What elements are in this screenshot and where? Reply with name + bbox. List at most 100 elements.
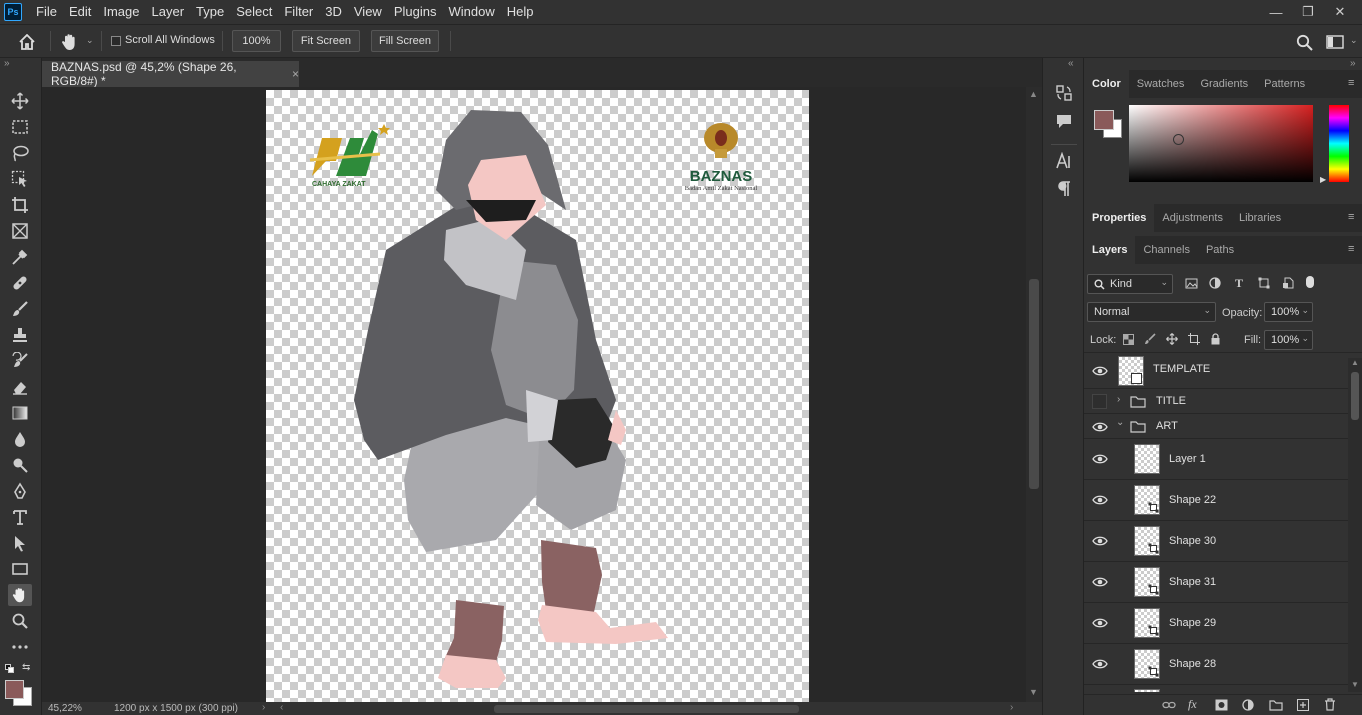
menu-type[interactable]: Type [190, 0, 230, 24]
scroll-down-icon[interactable]: ▼ [1029, 687, 1038, 697]
pen-tool-icon[interactable] [8, 480, 32, 502]
menu-edit[interactable]: Edit [63, 0, 97, 24]
eyedropper-tool-icon[interactable] [8, 246, 32, 268]
layer-row-shape-31[interactable]: Shape 31 [1084, 562, 1348, 603]
opacity-chevron-icon[interactable]: ⌄ [1301, 305, 1309, 316]
close-tab-icon[interactable]: × [292, 67, 299, 81]
color-panel-menu-icon[interactable]: ≡ [1348, 78, 1358, 89]
visibility-eye-icon[interactable] [1092, 656, 1108, 672]
menu-image[interactable]: Image [97, 0, 145, 24]
menu-plugins[interactable]: Plugins [388, 0, 443, 24]
close-window-button[interactable]: ✕ [1324, 0, 1356, 24]
fit-screen-button[interactable]: Fit Screen [292, 30, 360, 52]
type-filter-icon[interactable]: T [1235, 276, 1243, 291]
color-picker-cursor[interactable] [1173, 134, 1184, 145]
new-layer-icon[interactable] [1297, 699, 1309, 711]
path-selection-tool-icon[interactable] [8, 532, 32, 554]
healing-brush-tool-icon[interactable] [8, 272, 32, 294]
tab-gradients[interactable]: Gradients [1192, 70, 1256, 98]
scroll-all-windows-checkbox[interactable] [111, 36, 121, 46]
dodge-tool-icon[interactable] [8, 454, 32, 476]
visibility-eye-icon[interactable] [1092, 363, 1108, 379]
home-icon[interactable] [18, 34, 36, 50]
layer-row-shape-28[interactable]: Shape 28 [1084, 644, 1348, 685]
shape-filter-icon[interactable] [1258, 277, 1270, 289]
visibility-toggle-off[interactable] [1092, 394, 1107, 409]
blur-tool-icon[interactable] [8, 428, 32, 450]
layer-style-fx-icon[interactable]: fx [1188, 697, 1197, 712]
filter-toggle-icon[interactable] [1306, 276, 1314, 288]
menu-window[interactable]: Window [442, 0, 500, 24]
adjustment-filter-icon[interactable] [1209, 277, 1221, 289]
fill-screen-button[interactable]: Fill Screen [371, 30, 439, 52]
opacity-input[interactable]: 100% ⌄ [1264, 302, 1313, 322]
menu-layer[interactable]: Layer [146, 0, 191, 24]
visibility-eye-icon[interactable] [1092, 492, 1108, 508]
layers-scroll-down-icon[interactable]: ▼ [1351, 680, 1359, 689]
group-expand-chevron-icon[interactable]: › [1117, 394, 1120, 405]
lock-transparent-icon[interactable] [1123, 334, 1134, 345]
tab-patterns[interactable]: Patterns [1256, 70, 1313, 98]
menu-3d[interactable]: 3D [319, 0, 348, 24]
hand-tool-preset-icon[interactable] [60, 32, 80, 52]
layers-scrollbar[interactable]: ▲ ▼ [1348, 358, 1362, 692]
chevron-down-icon[interactable]: ⌄ [86, 35, 94, 46]
tab-color[interactable]: Color [1084, 70, 1129, 98]
comments-panel-icon[interactable] [1055, 112, 1073, 130]
hue-marker-icon[interactable]: ▶ [1320, 175, 1326, 184]
visibility-eye-icon[interactable] [1092, 451, 1108, 467]
menu-filter[interactable]: Filter [278, 0, 319, 24]
foreground-color-swatch[interactable] [5, 680, 24, 699]
horizontal-scroll-thumb[interactable] [494, 705, 799, 713]
layer-row-title[interactable]: › TITLE [1084, 389, 1348, 414]
lock-position-icon[interactable] [1166, 333, 1178, 345]
status-menu-chevron-icon[interactable]: › [262, 702, 265, 713]
paragraph-panel-icon[interactable] [1055, 180, 1073, 198]
layers-scroll-up-icon[interactable]: ▲ [1351, 358, 1359, 367]
search-icon[interactable] [1296, 34, 1313, 51]
collapse-arrows-icon[interactable]: » [4, 58, 10, 69]
document-canvas[interactable]: CAHAYA ZAKAT BAZNAS Badan Amil Zakat Nas… [266, 90, 809, 702]
visibility-eye-icon[interactable] [1092, 574, 1108, 590]
workspace-icon[interactable] [1326, 35, 1344, 49]
adjustment-layer-icon[interactable] [1242, 699, 1254, 711]
smart-object-filter-icon[interactable] [1282, 277, 1294, 289]
lock-all-icon[interactable] [1210, 333, 1221, 345]
menu-file[interactable]: File [30, 0, 63, 24]
color-field[interactable] [1129, 105, 1313, 182]
marquee-tool-icon[interactable] [8, 116, 32, 138]
layer-row-shape-29[interactable]: Shape 29 [1084, 603, 1348, 644]
scroll-thumb[interactable] [1029, 279, 1039, 489]
delete-layer-icon[interactable] [1324, 698, 1336, 711]
history-brush-tool-icon[interactable] [8, 350, 32, 372]
visibility-eye-icon[interactable] [1092, 533, 1108, 549]
lock-pixels-icon[interactable] [1144, 333, 1156, 345]
rectangle-tool-icon[interactable] [8, 558, 32, 580]
canvas-workspace[interactable]: CAHAYA ZAKAT BAZNAS Badan Amil Zakat Nas… [42, 87, 1026, 702]
document-tab[interactable]: BAZNAS.psd @ 45,2% (Shape 26, RGB/8#) * … [42, 60, 299, 88]
gradient-tool-icon[interactable] [8, 402, 32, 424]
tab-layers[interactable]: Layers [1084, 236, 1136, 264]
tab-adjustments[interactable]: Adjustments [1154, 204, 1231, 232]
properties-panel-menu-icon[interactable]: ≡ [1348, 212, 1358, 223]
tab-libraries[interactable]: Libraries [1231, 204, 1289, 232]
crop-tool-icon[interactable] [8, 194, 32, 216]
scroll-up-icon[interactable]: ▲ [1029, 89, 1038, 99]
workspace-chevron-icon[interactable]: ⌄ [1350, 35, 1358, 46]
brush-tool-icon[interactable] [8, 298, 32, 320]
lasso-tool-icon[interactable] [8, 142, 32, 164]
collapse-dock-icon[interactable]: » [1350, 58, 1356, 69]
zoom-tool-icon[interactable] [8, 610, 32, 632]
layer-row-layer-1[interactable]: Layer 1 [1084, 439, 1348, 480]
character-panel-icon[interactable] [1055, 152, 1073, 170]
panel-foreground-swatch-front[interactable] [1094, 110, 1114, 130]
hscroll-right-icon[interactable]: › [1010, 702, 1013, 713]
menu-view[interactable]: View [348, 0, 388, 24]
fill-chevron-icon[interactable]: ⌄ [1301, 333, 1309, 344]
new-group-icon[interactable] [1269, 699, 1283, 711]
visibility-eye-icon[interactable] [1092, 615, 1108, 631]
layer-filter-select[interactable]: Kind ⌄ [1087, 274, 1173, 294]
type-tool-icon[interactable] [8, 506, 32, 528]
pixel-filter-icon[interactable] [1185, 278, 1198, 289]
hue-slider[interactable] [1329, 105, 1349, 182]
